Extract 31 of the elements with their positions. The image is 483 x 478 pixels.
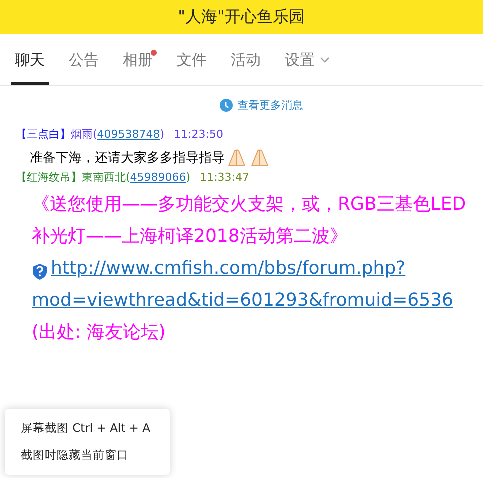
chevron-down-icon xyxy=(320,57,330,63)
message-text: 《送您使用——多功能交火支架，或，RGB三基色LED补光灯——上海柯译2018活动第二波》 xyxy=(32,193,468,249)
menu-item[interactable]: 屏幕截图 Ctrl + Alt + A xyxy=(5,415,170,442)
tab[interactable]: 活动 xyxy=(227,35,265,85)
tab[interactable]: 聊天 xyxy=(11,35,49,85)
sender-name: 烟雨 xyxy=(71,127,93,141)
tab[interactable]: 设置 xyxy=(281,35,334,85)
member-tag: 【三点白】 xyxy=(16,128,71,141)
window-title: "人海"开心鱼乐园 xyxy=(178,6,305,28)
paren: ( xyxy=(126,171,130,184)
member-tag: 【红海纹吊】 xyxy=(16,171,82,184)
qq-link[interactable]: 45989066 xyxy=(130,171,186,184)
praying-hands-icon xyxy=(249,148,271,168)
message-text: 准备下海，还请大家多多指导指导 xyxy=(30,150,225,167)
qq-link[interactable]: 409538748 xyxy=(97,128,160,141)
tab[interactable]: 公告 xyxy=(65,35,103,85)
praying-hands-icon xyxy=(226,148,248,168)
paren: ( xyxy=(93,127,98,141)
more-messages-link[interactable]: 查看更多消息 xyxy=(238,98,304,113)
paren: ) xyxy=(186,171,191,184)
sender-name: 東南西北 xyxy=(82,171,126,184)
message-text: (出处: 海友论坛) xyxy=(32,321,167,345)
paren: ) xyxy=(160,127,165,141)
tab[interactable]: 相册 xyxy=(119,35,157,85)
tab[interactable]: 文件 xyxy=(173,35,211,85)
message-time: 11:33:47 xyxy=(200,171,250,184)
post-link[interactable]: http://www.cmfish.com/bbs/forum.php?mod=viewthread&tid=601293&fromuid=6536 xyxy=(32,253,475,317)
message-time: 11:23:50 xyxy=(174,127,224,141)
menu-item[interactable]: 截图时隐藏当前窗口 xyxy=(5,442,170,469)
clock-icon xyxy=(220,99,232,112)
shield-question-icon xyxy=(32,263,48,281)
